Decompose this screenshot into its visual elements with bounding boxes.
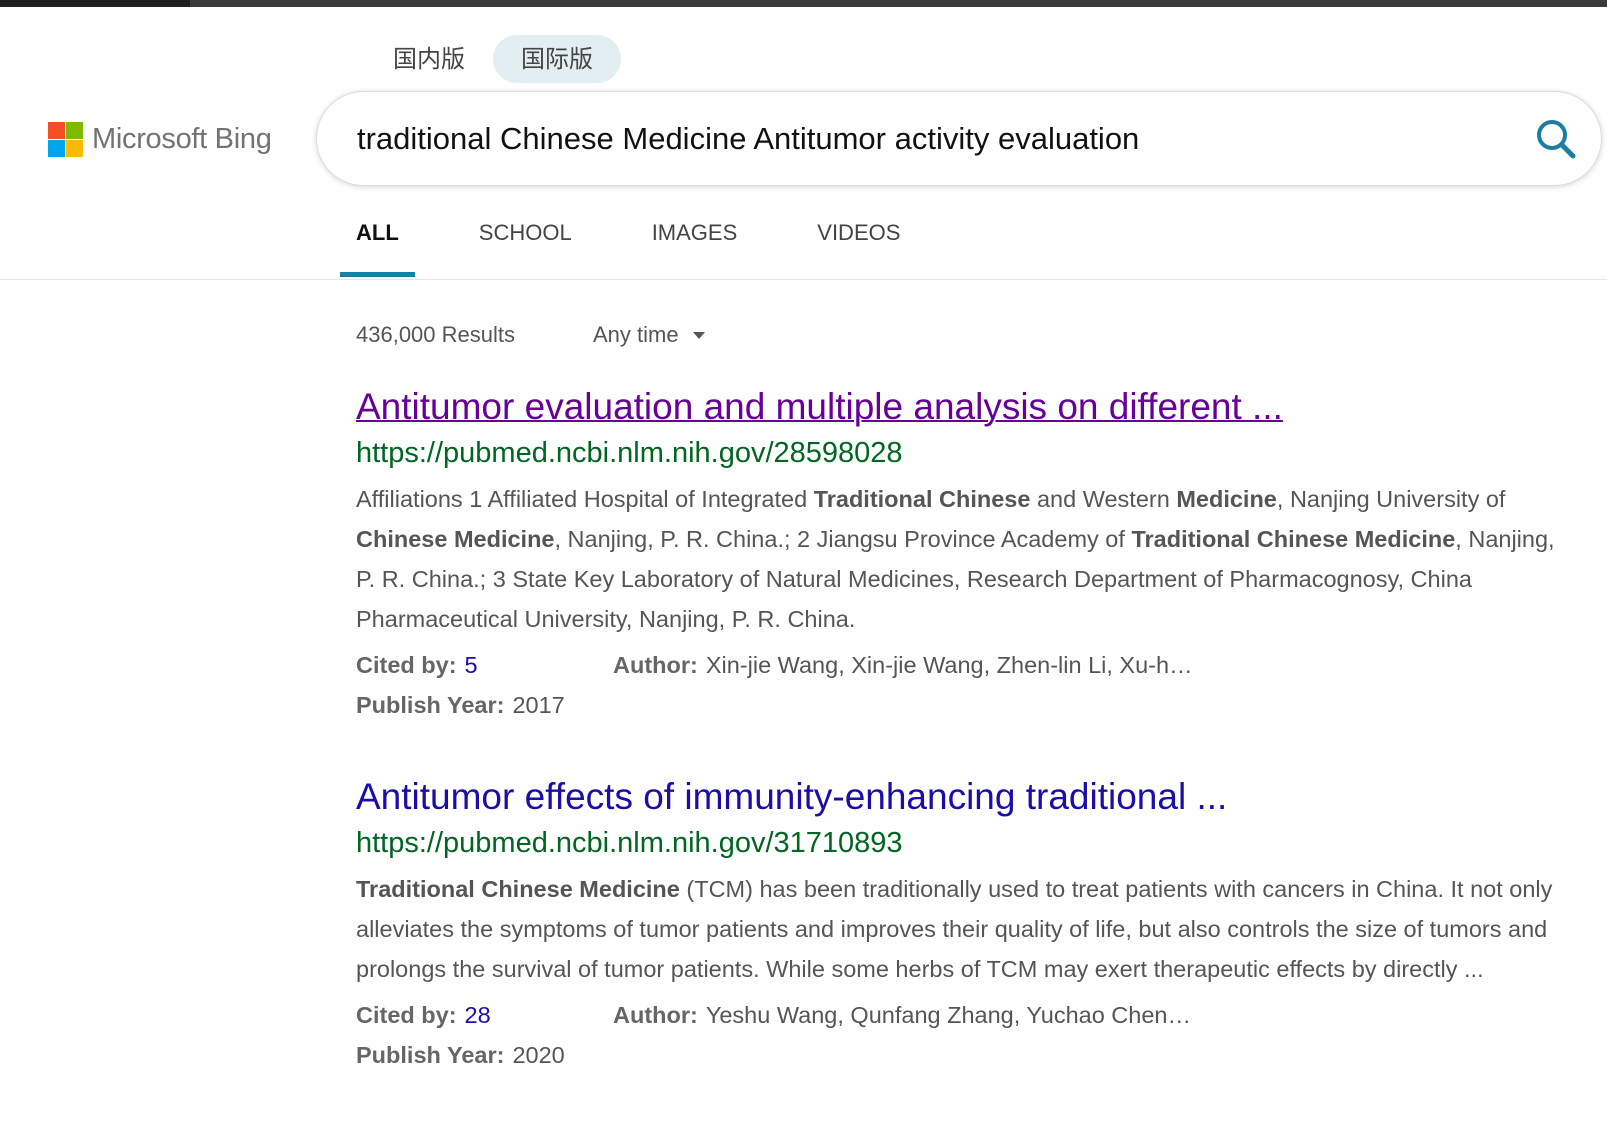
result-facts: Cited by: 28 Author: Yeshu Wang, Qunfang… — [356, 995, 1556, 1075]
snippet-highlight: Chinese Medicine — [356, 526, 555, 552]
author-label: Author: — [613, 652, 698, 678]
search-input[interactable] — [357, 119, 1457, 159]
result-title-link[interactable]: Antitumor evaluation and multiple analys… — [356, 384, 1556, 430]
search-icon — [1537, 120, 1576, 159]
snippet-text: , Nanjing University of — [1276, 486, 1506, 512]
tab-school[interactable]: SCHOOL — [479, 220, 572, 280]
cited-by-label: Cited by: — [356, 652, 457, 678]
author: Author: Xin-jie Wang, Xin-jie Wang, Zhen… — [613, 645, 1193, 685]
window-top-bar — [0, 0, 1607, 7]
search-box — [316, 91, 1602, 186]
search-result: Antitumor effects of immunity-enhancing … — [356, 774, 1556, 1075]
brand-name: Microsoft Bing — [92, 123, 272, 155]
results-meta: 436,000 Results Any time — [356, 322, 705, 348]
logo-square-blue — [48, 140, 65, 157]
cited-by-count-link[interactable]: 5 — [465, 645, 478, 685]
result-url[interactable]: https://pubmed.ncbi.nlm.nih.gov/28598028 — [356, 431, 1556, 475]
time-filter-dropdown[interactable]: Any time — [593, 322, 705, 348]
publish-year-value: 2020 — [512, 1042, 565, 1068]
logo-square-green — [66, 122, 83, 139]
result-snippet: Traditional Chinese Medicine (TCM) has b… — [356, 869, 1556, 989]
result-facts: Cited by: 5 Author: Xin-jie Wang, Xin-ji… — [356, 645, 1556, 725]
publish-year: Publish Year: 2017 — [356, 685, 565, 725]
region-tab-domestic[interactable]: 国内版 — [365, 35, 493, 83]
result-snippet: Affiliations 1 Affiliated Hospital of In… — [356, 479, 1556, 639]
time-filter-label: Any time — [593, 322, 679, 347]
cited-by: Cited by: 28 — [356, 995, 613, 1035]
search-button[interactable] — [1533, 116, 1579, 162]
result-title-link[interactable]: Antitumor effects of immunity-enhancing … — [356, 774, 1556, 820]
author-label: Author: — [613, 1002, 698, 1028]
result-count: 436,000 Results — [356, 322, 515, 347]
bing-logo[interactable]: Microsoft Bing — [48, 122, 272, 157]
snippet-highlight: Medicine — [1176, 486, 1277, 512]
snippet-text: and Western — [1030, 486, 1177, 512]
microsoft-logo-icon — [48, 122, 83, 157]
tab-images[interactable]: IMAGES — [652, 220, 738, 280]
cited-by-count-link[interactable]: 28 — [465, 995, 491, 1035]
cited-by: Cited by: 5 — [356, 645, 613, 685]
tab-videos[interactable]: VIDEOS — [817, 220, 900, 280]
scope-tabs: ALL SCHOOL IMAGES VIDEOS — [340, 220, 980, 280]
snippet-text: , Nanjing, P. R. China.; 2 Jiangsu Provi… — [554, 526, 1132, 552]
snippet-highlight: Traditional Chinese — [813, 486, 1031, 512]
logo-square-yellow — [66, 140, 83, 157]
region-tabs: 国内版 国际版 — [365, 35, 621, 83]
snippet-highlight: Traditional Chinese Medicine — [356, 876, 680, 902]
search-result: Antitumor evaluation and multiple analys… — [356, 384, 1556, 725]
logo-square-red — [48, 122, 65, 139]
region-tab-international[interactable]: 国际版 — [493, 35, 621, 83]
publish-year-label: Publish Year: — [356, 1042, 505, 1068]
author-value: Xin-jie Wang, Xin-jie Wang, Zhen-lin Li,… — [705, 652, 1193, 678]
publish-year-label: Publish Year: — [356, 692, 505, 718]
tab-all[interactable]: ALL — [340, 220, 415, 280]
caret-down-icon — [692, 331, 705, 339]
snippet-text: Affiliations 1 Affiliated Hospital of In… — [356, 486, 814, 512]
author: Author: Yeshu Wang, Qunfang Zhang, Yucha… — [613, 995, 1191, 1035]
header-divider — [0, 279, 1607, 280]
snippet-highlight: Traditional Chinese Medicine — [1131, 526, 1456, 552]
publish-year: Publish Year: 2020 — [356, 1035, 565, 1075]
publish-year-value: 2017 — [512, 692, 565, 718]
cited-by-label: Cited by: — [356, 1002, 457, 1028]
author-value: Yeshu Wang, Qunfang Zhang, Yuchao Chen… — [705, 1002, 1191, 1028]
result-url[interactable]: https://pubmed.ncbi.nlm.nih.gov/31710893 — [356, 821, 1556, 865]
